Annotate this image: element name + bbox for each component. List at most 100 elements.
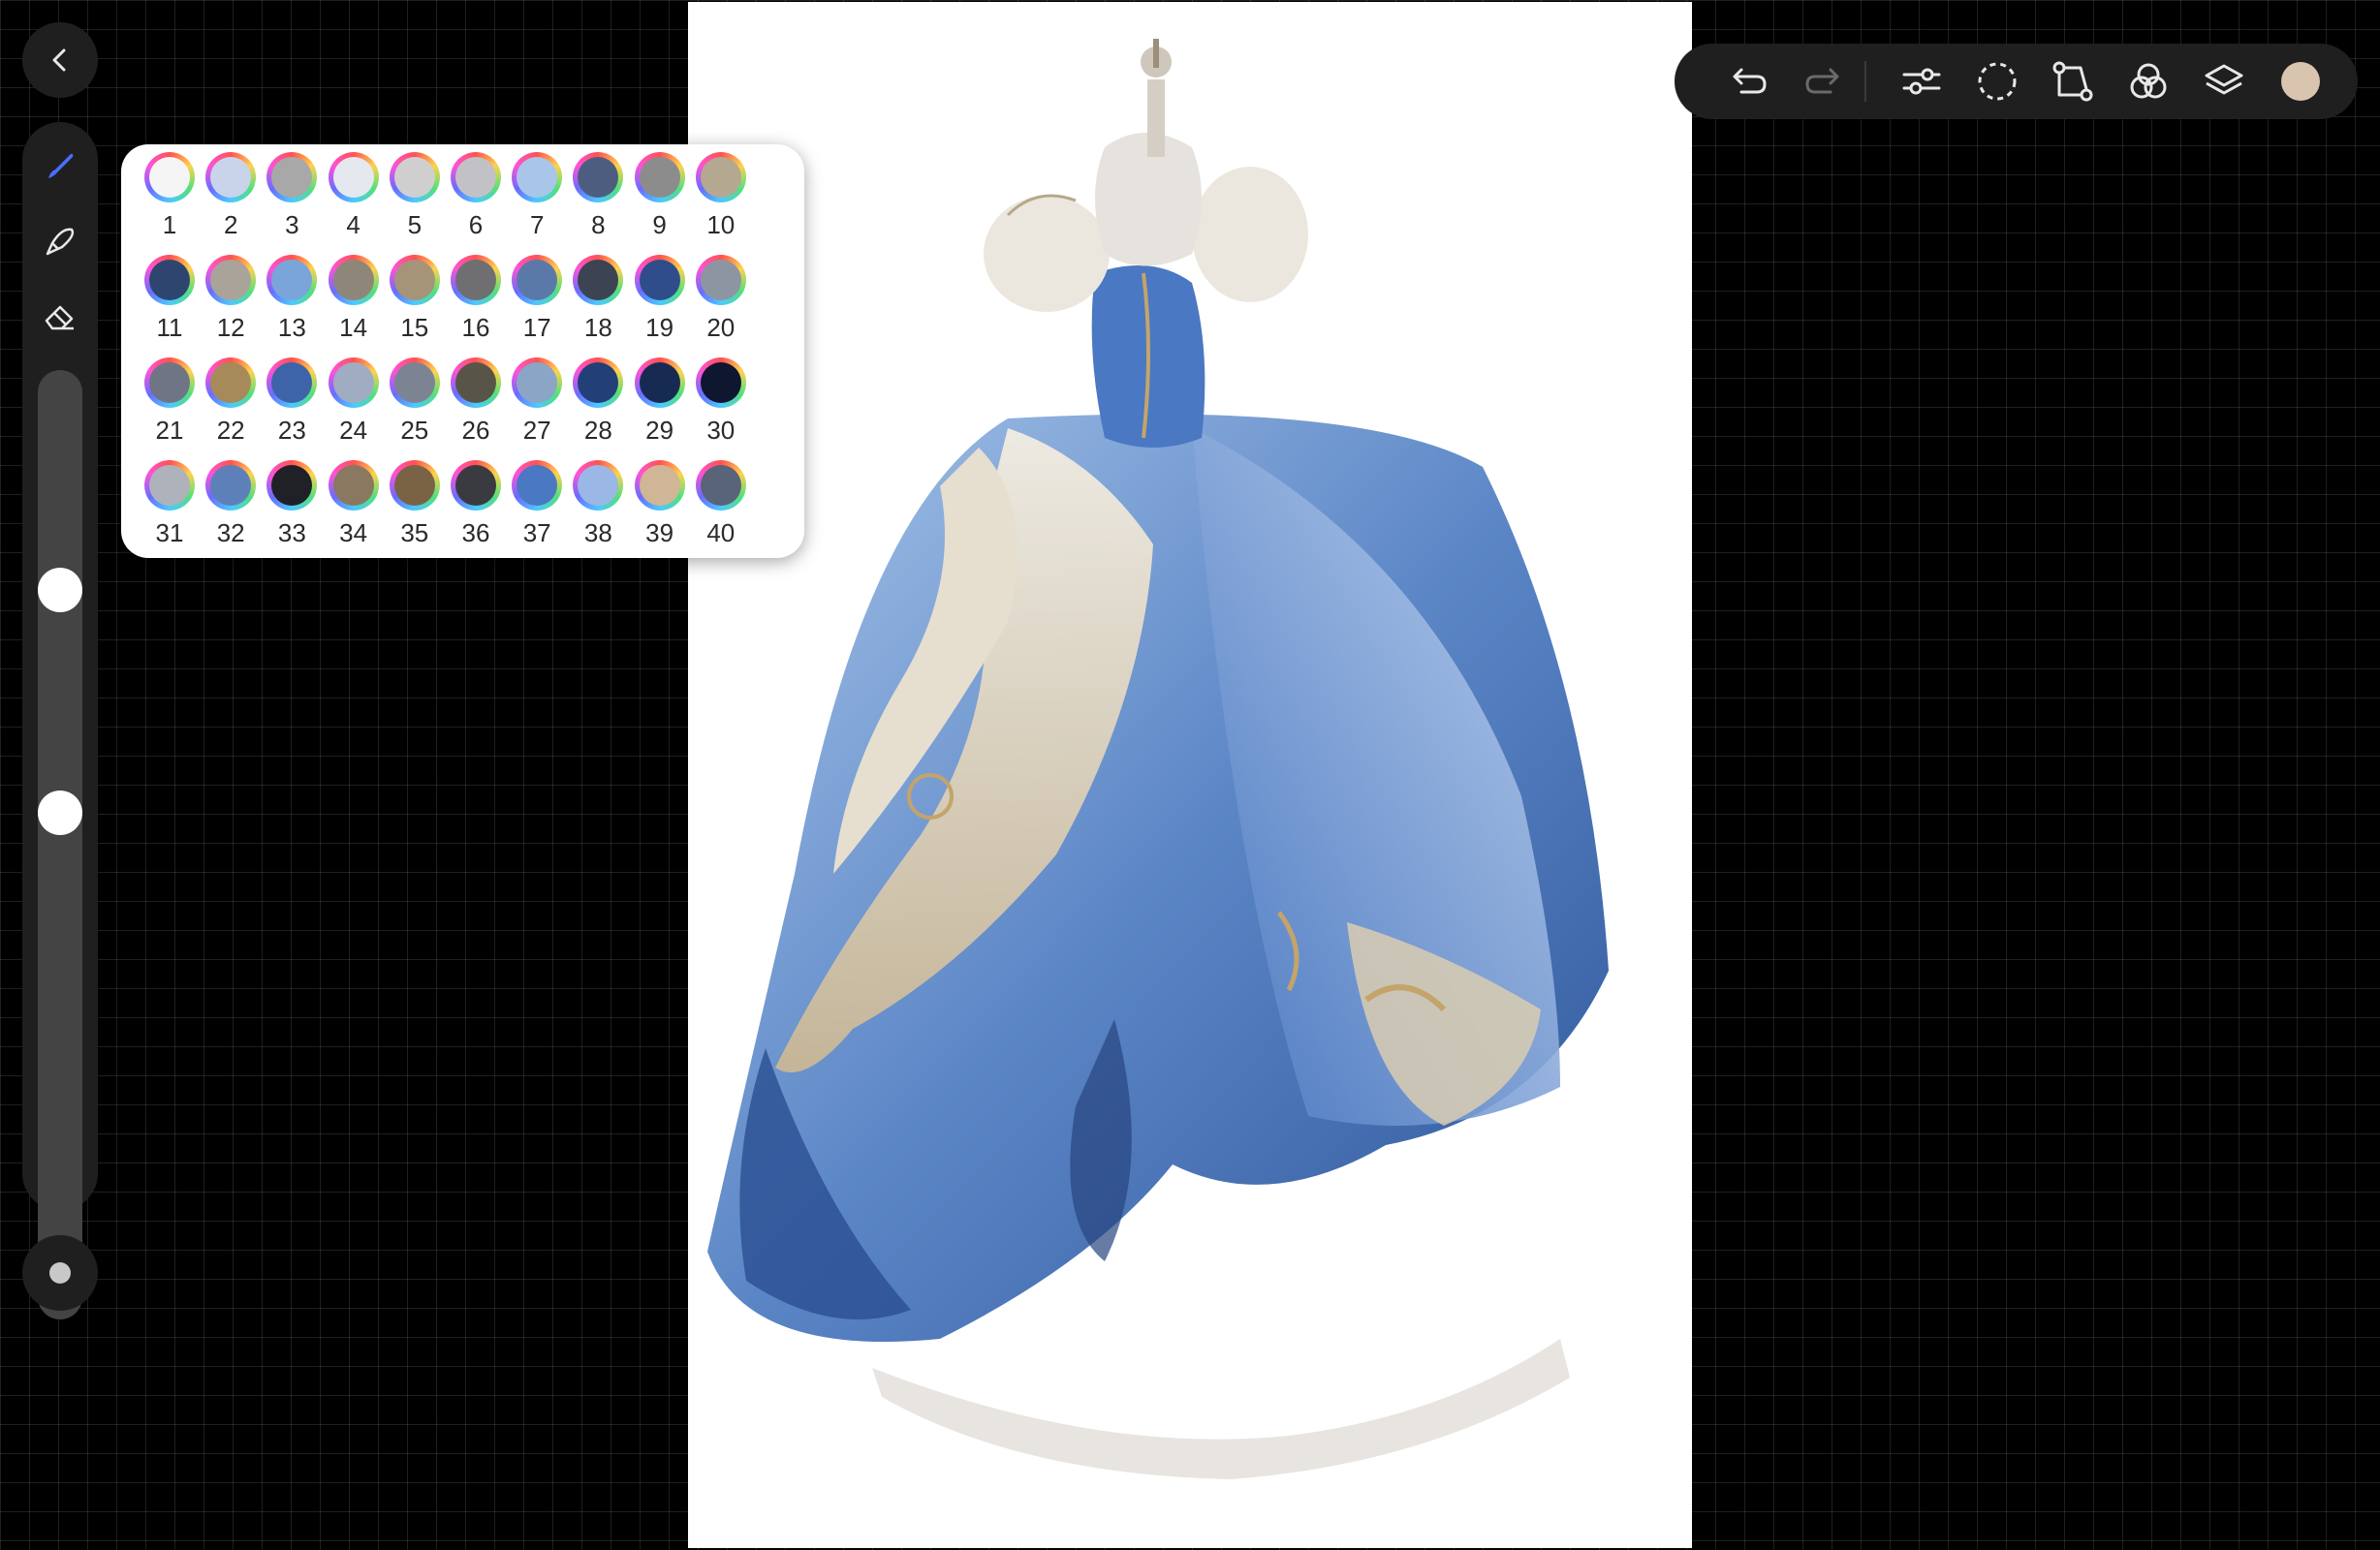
swatch-color [332, 157, 374, 198]
palette-swatch-39[interactable] [634, 460, 685, 511]
modify-button[interactable] [22, 1235, 98, 1311]
palette-swatch-12[interactable] [205, 255, 257, 305]
palette-swatch-30[interactable] [695, 357, 746, 408]
smudge-icon [46, 228, 75, 256]
swatch-color [393, 260, 435, 300]
swatch-color [393, 157, 435, 198]
palette-swatch-36[interactable] [451, 460, 501, 511]
colors-adjust-button[interactable] [2124, 57, 2173, 106]
redo-button[interactable] [1799, 57, 1847, 106]
swatch-number: 35 [400, 518, 429, 547]
swatch-number: 26 [461, 416, 490, 445]
swatch-color [517, 362, 558, 403]
palette-swatch-33[interactable] [266, 460, 318, 511]
swatch-color [332, 465, 374, 506]
swatch-number: 27 [522, 416, 551, 445]
layers-button[interactable] [2200, 57, 2248, 106]
back-button[interactable] [22, 22, 98, 98]
swatch-number: 38 [583, 518, 612, 547]
palette-swatch-16[interactable] [451, 255, 501, 305]
palette-swatch-38[interactable] [573, 460, 624, 511]
palette-swatch-2[interactable] [205, 152, 257, 202]
swatch-color [332, 362, 374, 403]
brush-icon [48, 153, 74, 178]
color-circles-icon [2130, 63, 2167, 99]
palette-swatch-9[interactable] [634, 152, 685, 202]
palette-swatch-6[interactable] [451, 152, 501, 202]
palette-swatch-32[interactable] [205, 460, 257, 511]
palette-swatch-28[interactable] [573, 357, 624, 408]
palette-swatch-37[interactable] [512, 460, 563, 511]
palette-swatch-4[interactable] [328, 152, 379, 202]
brush-tool[interactable] [36, 141, 84, 190]
swatch-color [578, 260, 619, 300]
swatch-color [517, 157, 558, 198]
transform-button[interactable] [2049, 57, 2097, 106]
swatch-number: 2 [223, 210, 238, 239]
swatch-color [517, 465, 558, 506]
palette-swatch-5[interactable] [389, 152, 440, 202]
current-color-button[interactable] [2281, 62, 2320, 101]
palette-swatch-10[interactable] [695, 152, 746, 202]
palette-swatch-40[interactable] [695, 460, 746, 511]
palette-swatch-7[interactable] [512, 152, 563, 202]
swatch-color [578, 362, 619, 403]
palette-swatch-18[interactable] [573, 255, 624, 305]
swatch-number: 16 [461, 313, 490, 342]
palette-swatch-21[interactable] [144, 357, 195, 408]
adjustments-button[interactable] [1897, 57, 1946, 106]
swatch-color [455, 157, 496, 198]
drawing-canvas[interactable] [688, 2, 1692, 1548]
palette-swatch-3[interactable] [266, 152, 318, 202]
swatch-color [149, 260, 190, 300]
palette-swatch-31[interactable] [144, 460, 195, 511]
swatch-number: 33 [277, 518, 306, 547]
selection-button[interactable] [1973, 57, 2021, 106]
swatch-color [517, 260, 558, 300]
swatch-color [700, 465, 741, 506]
palette-swatch-1[interactable] [144, 152, 195, 202]
swatch-number: 30 [706, 416, 736, 445]
swatch-number: 11 [156, 313, 183, 342]
palette-swatch-34[interactable] [328, 460, 379, 511]
palette-swatch-22[interactable] [205, 357, 257, 408]
palette-swatch-8[interactable] [573, 152, 624, 202]
swatch-number: 1 [162, 210, 177, 239]
palette-swatch-26[interactable] [451, 357, 501, 408]
swatch-number: 19 [645, 313, 674, 342]
palette-swatch-35[interactable] [389, 460, 440, 511]
palette-swatch-11[interactable] [144, 255, 195, 305]
smudge-tool[interactable] [36, 217, 84, 265]
top-toolbar [1675, 44, 2358, 119]
eraser-tool[interactable] [36, 293, 84, 341]
swatch-number: 18 [583, 313, 612, 342]
palette-swatch-17[interactable] [512, 255, 563, 305]
undo-button[interactable] [1725, 57, 1773, 106]
redo-icon [1805, 68, 1839, 94]
palette-swatch-29[interactable] [634, 357, 685, 408]
palette-swatch-14[interactable] [328, 255, 379, 305]
palette-swatch-15[interactable] [389, 255, 440, 305]
brush-size-thumb[interactable] [38, 568, 82, 613]
swatch-color [700, 157, 741, 198]
palette-swatch-23[interactable] [266, 357, 318, 408]
opacity-thumb[interactable] [38, 790, 82, 835]
left-sidebar [22, 122, 98, 1319]
palette-swatch-13[interactable] [266, 255, 318, 305]
swatch-number: 37 [522, 518, 551, 547]
palette-swatch-27[interactable] [512, 357, 563, 408]
swatch-number: 14 [339, 313, 368, 342]
swatch-number: 17 [522, 313, 551, 342]
swatch-number: 3 [285, 210, 299, 239]
palette-swatch-20[interactable] [695, 255, 746, 305]
palette-swatch-25[interactable] [389, 357, 440, 408]
swatch-color [639, 362, 680, 403]
palette-swatch-19[interactable] [634, 255, 685, 305]
swatch-color [271, 465, 313, 506]
toolbar-divider [1864, 61, 1866, 102]
transform-icon [2052, 61, 2093, 102]
swatch-number: 20 [706, 313, 736, 342]
palette-swatch-24[interactable] [328, 357, 379, 408]
swatch-color [700, 362, 741, 403]
swatch-number: 7 [529, 210, 545, 239]
